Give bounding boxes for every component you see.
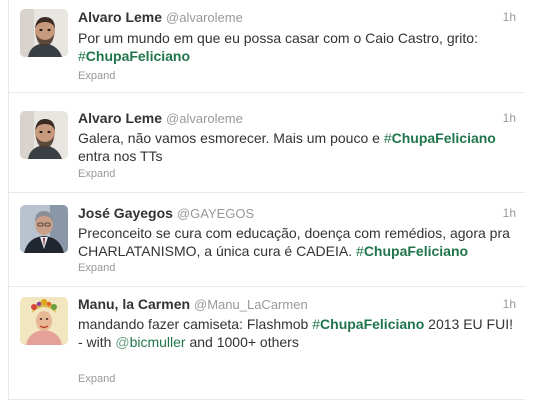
tweet-timeline: Alvaro Leme @alvaroleme 1h Por um mundo e… (8, 0, 527, 400)
hashtag-text: ChupaFeliciano (391, 130, 496, 146)
tweet-header: José Gayegos @GAYEGOS 1h (78, 205, 516, 223)
tweet-text: Por um mundo em que eu possa casar com o… (78, 29, 516, 65)
tweet-header: Manu, la Carmen @Manu_LaCarmen 1h (78, 296, 516, 314)
hashtag-text: ChupaFeliciano (320, 316, 425, 332)
expand-link[interactable]: Expand (78, 373, 115, 385)
hash-symbol: # (383, 130, 392, 146)
bearded-man-avatar-icon[interactable] (20, 111, 68, 159)
hashtag-link[interactable]: #ChupaFeliciano (312, 316, 424, 332)
man-suit-avatar-icon[interactable] (20, 205, 68, 253)
tweet-author-username[interactable]: @GAYEGOS (177, 206, 254, 221)
tweet-timestamp[interactable]: 1h (503, 111, 516, 125)
at-symbol: @ (115, 334, 130, 350)
tweet-text-segment: mandando fazer camiseta: Flashmob (78, 316, 309, 332)
with-prefix: - with (78, 334, 112, 350)
tweet-author-username[interactable]: @alvaroleme (166, 10, 243, 25)
mention-link[interactable]: @bicmuller (115, 334, 185, 350)
tweet-item[interactable]: Alvaro Leme @alvaroleme 1h Galera, não va… (9, 93, 526, 193)
tweet-text-segment: 2013 EU FUI! (428, 316, 513, 332)
expand-link[interactable]: Expand (78, 70, 115, 82)
tweet-text-segment: Galera, não vamos esmorecer. Mais um pou… (78, 130, 380, 146)
tweet-text: Preconceito se cura com educação, doença… (78, 224, 516, 260)
tweet-text-segment: entra nos TTs (78, 148, 163, 164)
hashtag-link[interactable]: #ChupaFeliciano (356, 243, 468, 259)
hashtag-text: ChupaFeliciano (85, 48, 191, 64)
hashtag-link[interactable]: #ChupaFeliciano (78, 48, 190, 64)
tweet-author-name[interactable]: Alvaro Leme (78, 110, 162, 126)
woman-fruit-hat-avatar-icon[interactable] (20, 297, 68, 345)
tweet-item[interactable]: Manu, la Carmen @Manu_LaCarmen 1h mandand… (9, 287, 526, 400)
tweet-timestamp[interactable]: 1h (503, 206, 516, 220)
tweet-author-name[interactable]: Manu, la Carmen (78, 296, 190, 312)
tweet-author-name[interactable]: José Gayegos (78, 205, 173, 221)
tweet-timestamp[interactable]: 1h (503, 10, 516, 24)
tweet-text-segment: Por um mundo em que eu possa casar com o… (78, 30, 478, 46)
hashtag-text: ChupaFeliciano (363, 243, 469, 259)
tweet-author-name[interactable]: Alvaro Leme (78, 9, 162, 25)
tweet-text: mandando fazer camiseta: Flashmob #Chupa… (78, 315, 516, 351)
bearded-man-avatar-icon[interactable] (20, 9, 68, 57)
tweet-author-username[interactable]: @alvaroleme (166, 111, 243, 126)
tweet-text: Galera, não vamos esmorecer. Mais um pou… (78, 129, 516, 165)
hash-symbol: # (78, 48, 86, 64)
tweet-header: Alvaro Leme @alvaroleme 1h (78, 9, 516, 27)
mention-text: bicmuller (129, 334, 186, 350)
hashtag-link[interactable]: #ChupaFeliciano (384, 130, 496, 146)
tweet-header: Alvaro Leme @alvaroleme 1h (78, 110, 516, 128)
tweet-item[interactable]: José Gayegos @GAYEGOS 1h Preconceito se c… (9, 193, 526, 287)
tweet-author-username[interactable]: @Manu_LaCarmen (194, 297, 308, 312)
tweet-item[interactable]: Alvaro Leme @alvaroleme 1h Por um mundo e… (9, 0, 526, 93)
hash-symbol: # (356, 243, 364, 259)
with-suffix: and 1000+ others (189, 334, 299, 350)
expand-link[interactable]: Expand (78, 168, 115, 180)
hash-symbol: # (312, 316, 321, 332)
tweet-timestamp[interactable]: 1h (503, 297, 516, 311)
expand-link[interactable]: Expand (78, 262, 115, 274)
scroll-edge (525, 0, 533, 400)
